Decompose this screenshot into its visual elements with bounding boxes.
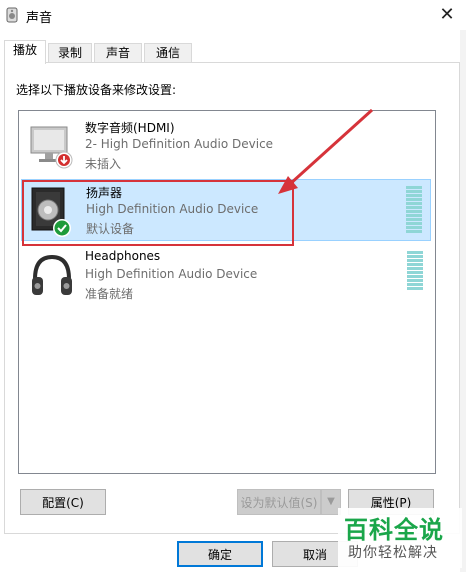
title-bar: 声音 ✕ xyxy=(0,0,466,30)
annotation-highlight-box xyxy=(22,180,294,246)
window-edge xyxy=(460,30,466,572)
headphones-icon xyxy=(32,254,72,295)
speaker-app-icon xyxy=(6,7,18,23)
close-button[interactable]: ✕ xyxy=(436,4,458,26)
watermark-title: 百科全说 xyxy=(344,516,444,544)
volume-level-meter xyxy=(406,186,422,234)
watermark-subtitle: 助你轻松解决 xyxy=(348,545,438,561)
tab-communications[interactable]: 通信 xyxy=(144,43,192,63)
watermark: 百科全说 助你轻松解决 xyxy=(338,508,462,568)
device-status: 准备就绪 xyxy=(85,287,134,301)
instruction-label: 选择以下播放设备来修改设置: xyxy=(16,83,177,97)
ok-button[interactable]: 确定 xyxy=(177,541,263,567)
device-description: 2- High Definition Audio Device xyxy=(85,137,274,151)
device-status: 未插入 xyxy=(85,157,122,171)
device-item-hdmi[interactable]: 数字音频(HDMI) 2- High Definition Audio Devi… xyxy=(21,115,431,177)
device-item-headphones[interactable]: Headphones High Definition Audio Device … xyxy=(21,245,431,307)
device-description: High Definition Audio Device xyxy=(85,267,258,281)
device-name: Headphones xyxy=(85,249,161,263)
set-default-button[interactable]: 设为默认值(S) xyxy=(237,489,321,515)
tab-sounds[interactable]: 声音 xyxy=(94,43,142,63)
device-name: 数字音频(HDMI) xyxy=(85,121,175,135)
window-title: 声音 xyxy=(26,11,53,26)
configure-button[interactable]: 配置(C) xyxy=(20,489,106,515)
tab-recording[interactable]: 录制 xyxy=(48,43,92,63)
device-list[interactable]: 数字音频(HDMI) 2- High Definition Audio Devi… xyxy=(18,110,436,474)
unplugged-badge-icon xyxy=(55,151,73,169)
tab-playback[interactable]: 播放 xyxy=(4,40,46,64)
volume-level-meter xyxy=(407,251,423,299)
